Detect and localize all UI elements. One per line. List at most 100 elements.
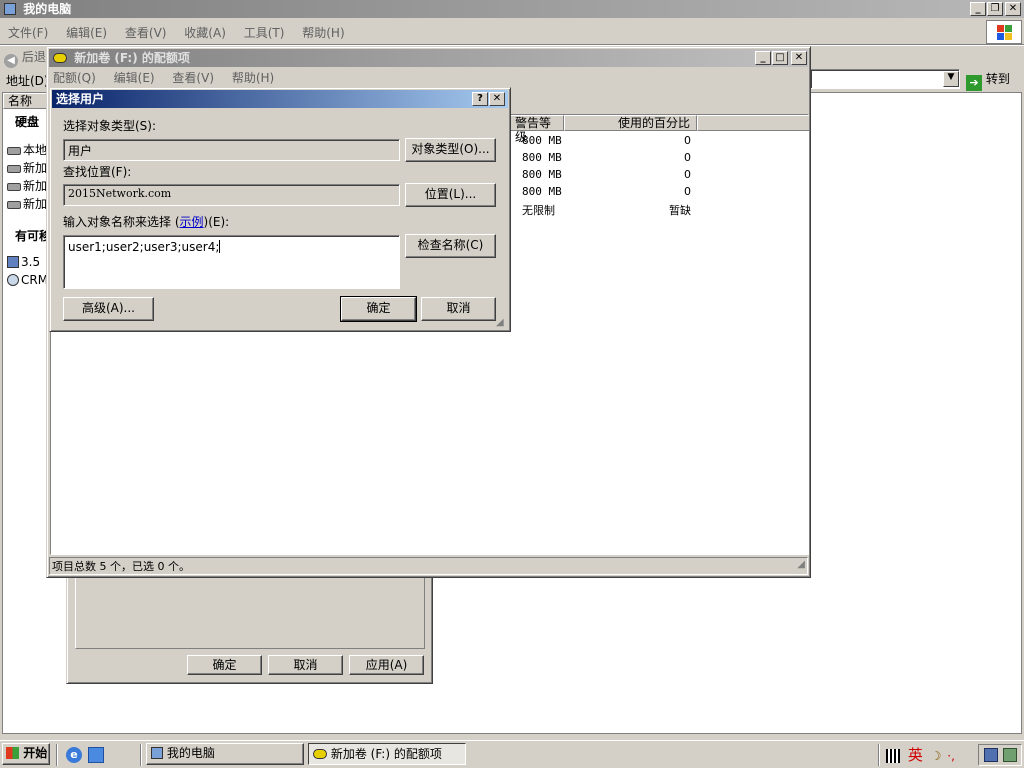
taskbar: 开始 e 我的电脑 新加卷 (F:) 的配额项 英 ☽ ·, (0, 740, 1024, 768)
drive-title-icon (53, 53, 67, 63)
quota-minimize-button[interactable]: _ (755, 51, 771, 65)
section-hard-disk: 硬盘 (15, 115, 40, 129)
desktop-icon[interactable] (88, 747, 104, 763)
main-title-bar[interactable]: 我的电脑 (0, 0, 1024, 18)
text-caret (219, 240, 221, 253)
address-label: 地址(D) (6, 74, 49, 88)
taskbar-item-quota[interactable]: 新加卷 (F:) 的配额项 (308, 743, 466, 765)
properties-ok-button[interactable]: 确定 (187, 655, 262, 675)
object-type-field: 用户 (63, 139, 400, 161)
menu-help[interactable]: 帮助(H) (232, 71, 274, 85)
properties-apply-button[interactable]: 应用(A) (349, 655, 424, 675)
quota-title-bar[interactable]: 新加卷 (F:) 的配额项 (49, 49, 808, 67)
locations-button[interactable]: 位置(L)... (405, 183, 496, 207)
object-names-value: user1;user2;user3;user4; (68, 240, 220, 254)
advanced-button[interactable]: 高级(A)... (63, 297, 154, 321)
removable-item[interactable]: CRM (7, 273, 48, 287)
tray-separator (878, 744, 880, 766)
object-names-label: 输入对象名称来选择 (示例)(E): (63, 215, 230, 229)
warning-cell: 无限制 (522, 204, 555, 217)
drive-icon (7, 146, 21, 155)
quota-status-bar: 项目总数 5 个，已选 0 个。 ◢ (49, 557, 808, 575)
drive-item[interactable]: 新加 (7, 177, 47, 194)
back-button[interactable]: ◀ 后退 (4, 48, 46, 68)
go-arrow-icon: ➔ (966, 75, 982, 91)
select-user-title-bar[interactable]: 选择用户 (52, 90, 508, 108)
menu-edit[interactable]: 编辑(E) (66, 26, 107, 40)
menu-edit[interactable]: 编辑(E) (114, 71, 155, 85)
percent-cell: 0 (684, 134, 691, 147)
percent-cell: 0 (684, 185, 691, 198)
main-menu-bar: 文件(F) 编辑(E) 查看(V) 收藏(A) 工具(T) 帮助(H) (8, 24, 359, 40)
menu-tools[interactable]: 工具(T) (244, 26, 285, 40)
address-input[interactable] (810, 69, 960, 89)
quota-menu-bar: 配额(Q) 编辑(E) 查看(V) 帮助(H) (53, 69, 288, 86)
properties-dialog: 确定 取消 应用(A) (66, 570, 433, 684)
drive-icon (7, 182, 21, 191)
ie-icon[interactable]: e (66, 747, 82, 763)
removable-item[interactable]: 3.5 (7, 255, 40, 269)
menu-favorites[interactable]: 收藏(A) (184, 26, 226, 40)
restore-button[interactable]: ❐ (987, 2, 1003, 16)
floppy-icon (7, 256, 19, 268)
start-label: 开始 (23, 746, 48, 760)
drive-icon (7, 200, 21, 209)
computer-icon (151, 747, 163, 759)
column-header-warning[interactable]: 警告等级 (510, 115, 564, 144)
network-icon[interactable] (984, 748, 998, 762)
column-header-percent[interactable]: 使用的百分比 (564, 115, 697, 131)
properties-cancel-button[interactable]: 取消 (268, 655, 343, 675)
start-button[interactable]: 开始 (2, 743, 50, 765)
resize-grip-icon[interactable]: ◢ (496, 317, 504, 328)
ime-moon-icon[interactable]: ☽ (931, 749, 942, 763)
menu-file[interactable]: 文件(F) (8, 26, 48, 40)
ok-button[interactable]: 确定 (340, 296, 417, 322)
object-types-button[interactable]: 对象类型(O)... (405, 138, 496, 162)
percent-cell: 暂缺 (669, 204, 691, 217)
quota-window-title: 新加卷 (F:) 的配额项 (74, 51, 190, 65)
system-tray (978, 744, 1022, 766)
main-window-title: 我的电脑 (23, 2, 72, 16)
check-names-button[interactable]: 检查名称(C) (405, 234, 496, 258)
close-button[interactable]: ✕ (1005, 2, 1021, 16)
drive-item[interactable]: 新加 (7, 195, 47, 212)
drive-item[interactable]: 新加 (7, 159, 47, 176)
ime-language[interactable]: 英 (908, 746, 923, 764)
percent-cell: 0 (684, 151, 691, 164)
cancel-button[interactable]: 取消 (421, 297, 496, 321)
menu-view[interactable]: 查看(V) (125, 26, 167, 40)
menu-quota[interactable]: 配额(Q) (53, 71, 96, 85)
quick-launch-separator (56, 744, 58, 766)
drive-item[interactable]: 本地 (7, 141, 47, 158)
dialog-close-button[interactable]: ✕ (489, 92, 505, 106)
select-user-dialog: 选择用户 ? ✕ 选择对象类型(S): 用户 对象类型(O)... 查找位置(F… (49, 87, 511, 332)
windows-flag-icon (6, 747, 19, 759)
ime-toolbar: 英 ☽ ·, (886, 744, 955, 766)
quota-close-button[interactable]: ✕ (791, 51, 807, 65)
address-dropdown-button[interactable]: ▼ (943, 71, 959, 87)
taskbar-item-my-computer[interactable]: 我的电脑 (146, 743, 304, 765)
help-button[interactable]: ? (472, 92, 488, 106)
go-button[interactable]: ➔ 转到 (966, 70, 1010, 91)
location-field: 2015Network.com (63, 184, 400, 206)
object-type-label: 选择对象类型(S): (63, 119, 157, 133)
menu-help[interactable]: 帮助(H) (302, 26, 344, 40)
properties-tab-panel (75, 575, 425, 649)
minimize-button[interactable]: _ (970, 2, 986, 16)
warning-cell: 800 MB (522, 134, 562, 147)
quota-maximize-button[interactable]: □ (772, 51, 788, 65)
ime-punct-icon[interactable]: ·, (947, 749, 955, 763)
warning-cell: 800 MB (522, 185, 562, 198)
column-header-filler (697, 115, 809, 131)
percent-cell: 0 (684, 168, 691, 181)
menu-view[interactable]: 查看(V) (172, 71, 214, 85)
back-arrow-icon: ◀ (4, 54, 18, 68)
tray-tool-icon[interactable] (1003, 748, 1017, 762)
warning-cell: 800 MB (522, 168, 562, 181)
back-label: 后退 (21, 50, 46, 64)
warning-cell: 800 MB (522, 151, 562, 164)
windows-logo-icon (986, 20, 1022, 44)
object-names-input[interactable]: user1;user2;user3;user4; (63, 235, 400, 289)
examples-link[interactable]: 示例 (180, 215, 204, 229)
ime-grid-icon[interactable] (886, 749, 900, 763)
